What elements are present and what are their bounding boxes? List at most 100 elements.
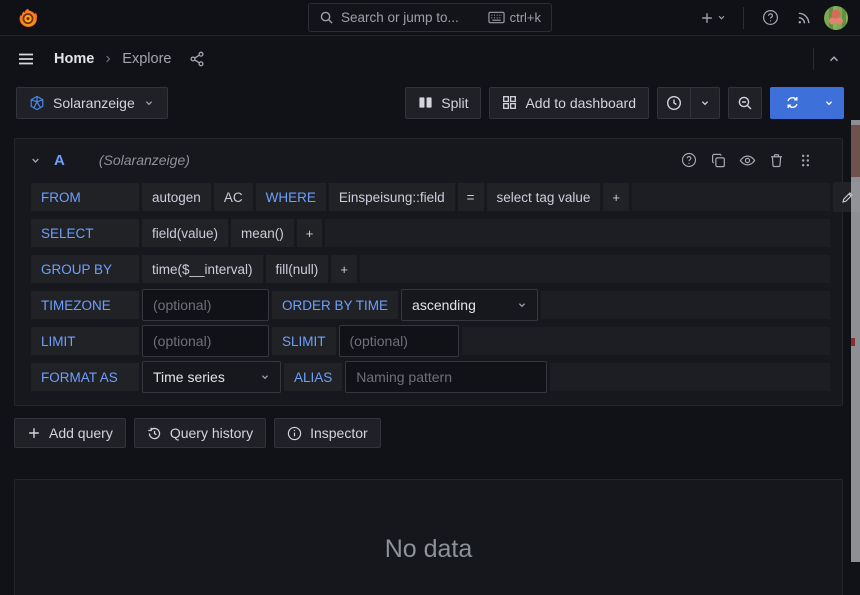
user-avatar[interactable] bbox=[824, 6, 848, 30]
chevron-down-icon bbox=[143, 97, 155, 109]
chevron-down-icon bbox=[516, 299, 528, 311]
where-label: WHERE bbox=[256, 183, 326, 211]
slimit-input[interactable] bbox=[339, 325, 459, 357]
datasource-picker[interactable]: Solaranzeige bbox=[16, 87, 168, 119]
breadcrumb: Home Explore bbox=[54, 45, 211, 73]
search-input[interactable]: Search or jump to... ctrl+k bbox=[308, 3, 552, 32]
refresh-interval-caret-button[interactable] bbox=[815, 87, 844, 119]
hide-response-button[interactable] bbox=[738, 151, 756, 169]
split-icon bbox=[418, 95, 433, 110]
format-as-value: Time series bbox=[153, 369, 225, 385]
chevron-down-icon bbox=[259, 371, 271, 383]
menu-icon bbox=[16, 49, 36, 69]
help-button[interactable] bbox=[756, 4, 784, 32]
add-condition-button[interactable]: + bbox=[603, 183, 629, 211]
search-placeholder: Search or jump to... bbox=[341, 10, 481, 25]
split-label: Split bbox=[441, 95, 468, 111]
drag-handle[interactable] bbox=[796, 151, 814, 169]
plus-icon bbox=[700, 11, 714, 25]
row-filler bbox=[360, 255, 830, 283]
query-ref-id[interactable]: A bbox=[54, 152, 65, 169]
alias-input[interactable] bbox=[345, 361, 547, 393]
breadcrumb-bar: Home Explore bbox=[0, 36, 860, 81]
scrollbar-thumb[interactable] bbox=[851, 125, 860, 177]
search-shortcut: ctrl+k bbox=[510, 10, 541, 25]
query-header: A (Solaranzeige) bbox=[15, 139, 842, 181]
refresh-button[interactable] bbox=[770, 87, 815, 119]
keyboard-icon bbox=[488, 11, 505, 24]
measurement-segment[interactable]: AC bbox=[214, 183, 253, 211]
collapse-panel-button[interactable] bbox=[820, 45, 848, 73]
new-menu-button[interactable] bbox=[696, 11, 731, 25]
duplicate-query-button[interactable] bbox=[709, 151, 727, 169]
drag-handle-icon bbox=[799, 153, 812, 168]
group-by-time-segment[interactable]: time($__interval) bbox=[142, 255, 263, 283]
datasource-icon bbox=[29, 95, 45, 111]
chevron-right-icon bbox=[102, 53, 114, 65]
search-icon bbox=[319, 10, 334, 25]
help-icon bbox=[681, 152, 697, 168]
field-segment[interactable]: field(value) bbox=[142, 219, 228, 247]
info-icon bbox=[287, 426, 302, 441]
add-group-by-button[interactable]: + bbox=[331, 255, 357, 283]
format-as-row: FORMAT AS Time series ALIAS bbox=[31, 361, 860, 393]
time-range-button[interactable] bbox=[657, 87, 691, 119]
tag-key-segment[interactable]: Einspeisung::field bbox=[329, 183, 455, 211]
zoom-out-button[interactable] bbox=[728, 87, 762, 119]
history-icon bbox=[147, 426, 162, 441]
add-query-label: Add query bbox=[49, 425, 113, 441]
time-range-caret-button[interactable] bbox=[691, 87, 720, 119]
chevron-down-icon bbox=[716, 12, 727, 23]
query-editor-card: A (Solaranzeige) bbox=[14, 138, 843, 406]
query-history-button[interactable]: Query history bbox=[134, 418, 266, 448]
share-icon bbox=[189, 51, 205, 67]
alias-label: ALIAS bbox=[284, 363, 342, 391]
add-select-part-button[interactable]: + bbox=[297, 219, 323, 247]
explore-toolbar: Solaranzeige Split Add to dashboard bbox=[0, 81, 860, 130]
breadcrumb-home[interactable]: Home bbox=[54, 51, 94, 67]
menu-button[interactable] bbox=[12, 45, 40, 73]
zoom-out-icon bbox=[737, 95, 753, 111]
divider bbox=[813, 48, 814, 70]
chevron-down-icon bbox=[699, 97, 711, 109]
limit-label: LIMIT bbox=[31, 327, 139, 355]
row-filler bbox=[325, 219, 830, 247]
timezone-input[interactable] bbox=[142, 289, 269, 321]
format-as-select[interactable]: Time series bbox=[142, 361, 281, 393]
share-shortlink-button[interactable] bbox=[183, 45, 211, 73]
split-button[interactable]: Split bbox=[405, 87, 481, 119]
limit-input[interactable] bbox=[142, 325, 269, 357]
chevron-up-icon bbox=[827, 52, 841, 66]
row-filler bbox=[550, 363, 830, 391]
add-to-dashboard-label: Add to dashboard bbox=[525, 95, 636, 111]
chevron-down-icon bbox=[823, 97, 835, 109]
query-collapse-button[interactable] bbox=[29, 154, 42, 167]
copy-icon bbox=[711, 153, 726, 168]
query-actions: Add query Query history Inspector bbox=[14, 418, 843, 448]
scrollbar-mark bbox=[851, 338, 855, 346]
query-help-button[interactable] bbox=[680, 151, 698, 169]
slimit-label: SLIMIT bbox=[272, 327, 336, 355]
timezone-label: TIMEZONE bbox=[31, 291, 139, 319]
remove-query-button[interactable] bbox=[767, 151, 785, 169]
add-query-button[interactable]: Add query bbox=[14, 418, 126, 448]
inspector-button[interactable]: Inspector bbox=[274, 418, 381, 448]
query-datasource-hint: (Solaranzeige) bbox=[99, 152, 190, 168]
select-label: SELECT bbox=[31, 219, 139, 247]
fill-segment[interactable]: fill(null) bbox=[266, 255, 329, 283]
result-panel: No data bbox=[14, 479, 843, 595]
no-data-message: No data bbox=[385, 535, 473, 564]
operator-segment[interactable]: = bbox=[458, 183, 484, 211]
retention-policy-segment[interactable]: autogen bbox=[142, 183, 211, 211]
group-by-row: GROUP BY time($__interval) fill(null) + bbox=[31, 253, 860, 285]
from-label: FROM bbox=[31, 183, 139, 211]
news-button[interactable] bbox=[790, 4, 818, 32]
order-by-time-value: ascending bbox=[412, 297, 476, 313]
aggregation-segment[interactable]: mean() bbox=[231, 219, 294, 247]
add-to-dashboard-button[interactable]: Add to dashboard bbox=[489, 87, 649, 119]
grafana-logo[interactable] bbox=[12, 4, 44, 32]
time-range-picker bbox=[657, 87, 720, 119]
tag-value-segment[interactable]: select tag value bbox=[487, 183, 601, 211]
order-by-time-select[interactable]: ascending bbox=[401, 289, 538, 321]
inspector-label: Inspector bbox=[310, 425, 368, 441]
